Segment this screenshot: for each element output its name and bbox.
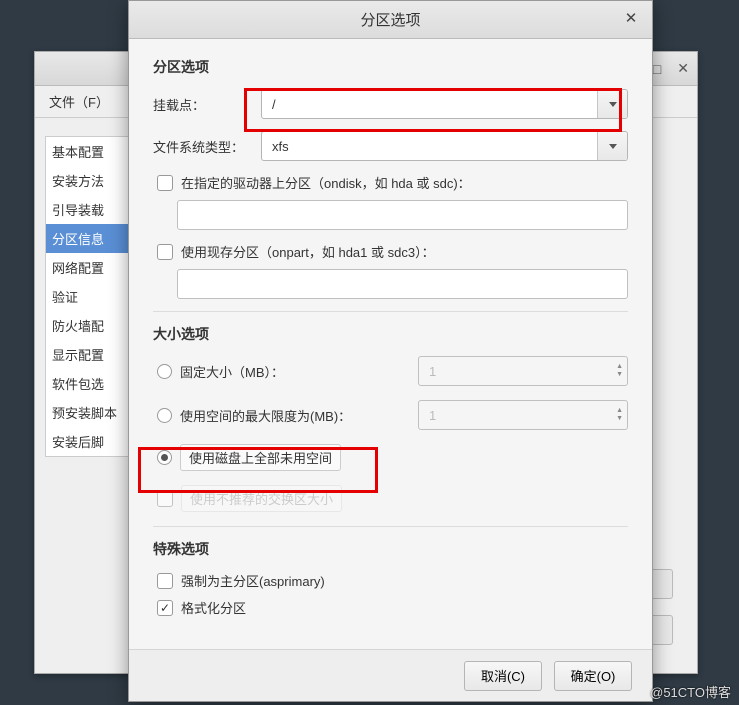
row-swap: 使用不推荐的交换区大小 xyxy=(153,485,628,512)
row-fixed: 固定大小（MB）： 1 ▲▼ xyxy=(153,356,628,386)
sidebar-item-network[interactable]: 网络配置 xyxy=(46,253,140,282)
sidebar-item-postscript[interactable]: 安装后脚 xyxy=(46,427,140,456)
label-mountpoint: 挂载点： xyxy=(153,95,261,114)
label-swap: 使用不推荐的交换区大小 xyxy=(181,485,342,512)
label-onpart: 使用现存分区（onpart，如 hda1 或 sdc3）： xyxy=(181,242,435,261)
radio-fixed[interactable] xyxy=(157,364,172,379)
label-max: 使用空间的最大限度为(MB)： xyxy=(180,406,410,425)
radio-max[interactable] xyxy=(157,408,172,423)
modal-titlebar: 分区选项 ✕ xyxy=(129,1,652,39)
spinner-max[interactable]: 1 ▲▼ xyxy=(418,400,628,430)
sidebar-item-bootloader[interactable]: 引导装载 xyxy=(46,195,140,224)
section-title-partition: 分区选项 xyxy=(153,57,628,77)
close-icon[interactable]: ✕ xyxy=(620,9,642,31)
input-ondisk[interactable] xyxy=(177,200,628,230)
modal-body: 分区选项 挂载点： / 文件系统类型： xfs 在指定的驱动器上分区（ondis… xyxy=(129,39,652,649)
mountpoint-value: / xyxy=(262,97,597,112)
separator xyxy=(153,526,628,527)
sidebar-item-prescript[interactable]: 预安装脚本 xyxy=(46,398,140,427)
row-fill: 使用磁盘上全部未用空间 xyxy=(153,444,628,471)
input-onpart[interactable] xyxy=(177,269,628,299)
checkbox-onpart[interactable] xyxy=(157,244,173,260)
sidebar: 基本配置 安装方法 引导装载 分区信息 网络配置 验证 防火墙配 显示配置 软件… xyxy=(45,136,141,457)
bg-maximize-icon[interactable]: □ xyxy=(653,61,661,77)
label-ondisk: 在指定的驱动器上分区（ondisk，如 hda 或 sdc)： xyxy=(181,173,471,192)
row-fstype: 文件系统类型： xfs xyxy=(153,131,628,161)
bg-close-icon[interactable]: ✕ xyxy=(677,60,689,77)
row-asprimary: 强制为主分区(asprimary) xyxy=(153,571,628,590)
sidebar-item-basic[interactable]: 基本配置 xyxy=(46,137,140,166)
chevron-down-icon[interactable] xyxy=(597,132,627,160)
row-ondisk: 在指定的驱动器上分区（ondisk，如 hda 或 sdc)： xyxy=(153,173,628,192)
checkbox-swap xyxy=(157,491,173,507)
label-asprimary: 强制为主分区(asprimary) xyxy=(181,571,325,590)
label-fixed: 固定大小（MB）： xyxy=(180,362,410,381)
sidebar-item-auth[interactable]: 验证 xyxy=(46,282,140,311)
section-title-special: 特殊选项 xyxy=(153,539,628,559)
label-format: 格式化分区 xyxy=(181,598,246,617)
fstype-combo[interactable]: xfs xyxy=(261,131,628,161)
sidebar-item-firewall[interactable]: 防火墙配 xyxy=(46,311,140,340)
spinner-buttons-icon[interactable]: ▲▼ xyxy=(616,407,623,423)
row-mountpoint: 挂载点： / xyxy=(153,89,628,119)
sidebar-item-packages[interactable]: 软件包选 xyxy=(46,369,140,398)
checkbox-ondisk[interactable] xyxy=(157,175,173,191)
sidebar-item-display[interactable]: 显示配置 xyxy=(46,340,140,369)
partition-options-dialog: 分区选项 ✕ 分区选项 挂载点： / 文件系统类型： xfs 在指定的驱动器上分… xyxy=(128,0,653,702)
chevron-down-icon[interactable] xyxy=(597,90,627,118)
radio-fill[interactable] xyxy=(157,450,172,465)
label-fill: 使用磁盘上全部未用空间 xyxy=(180,444,341,471)
row-max: 使用空间的最大限度为(MB)： 1 ▲▼ xyxy=(153,400,628,430)
mountpoint-combo[interactable]: / xyxy=(261,89,628,119)
separator xyxy=(153,311,628,312)
modal-footer: 取消(C) 确定(O) xyxy=(129,649,652,701)
sidebar-item-install-method[interactable]: 安装方法 xyxy=(46,166,140,195)
spinner-fixed-value: 1 xyxy=(429,364,436,379)
row-onpart: 使用现存分区（onpart，如 hda1 或 sdc3）： xyxy=(153,242,628,261)
sidebar-item-partition[interactable]: 分区信息 xyxy=(46,224,140,253)
fstype-value: xfs xyxy=(262,139,597,154)
label-fstype: 文件系统类型： xyxy=(153,137,261,156)
spinner-max-value: 1 xyxy=(429,408,436,423)
spinner-fixed[interactable]: 1 ▲▼ xyxy=(418,356,628,386)
modal-title: 分区选项 xyxy=(360,9,420,30)
ok-button[interactable]: 确定(O) xyxy=(554,661,632,691)
cancel-button[interactable]: 取消(C) xyxy=(464,661,542,691)
row-format: 格式化分区 xyxy=(153,598,628,617)
watermark: @51CTO博客 xyxy=(650,682,731,701)
menu-file[interactable]: 文件（F） xyxy=(49,95,109,110)
checkbox-asprimary[interactable] xyxy=(157,573,173,589)
spinner-buttons-icon[interactable]: ▲▼ xyxy=(616,363,623,379)
checkbox-format[interactable] xyxy=(157,600,173,616)
section-title-size: 大小选项 xyxy=(153,324,628,344)
